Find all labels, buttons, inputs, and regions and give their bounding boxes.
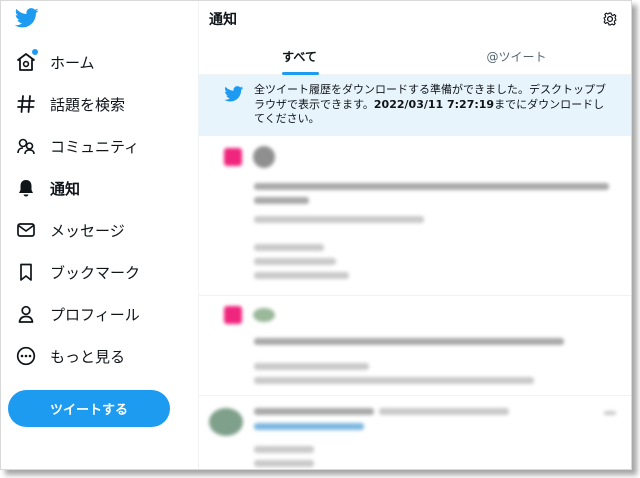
tab-mentions[interactable]: @ツイート xyxy=(400,37,631,75)
list-item xyxy=(254,446,314,453)
list-item xyxy=(254,460,314,467)
unread-dot xyxy=(32,49,38,55)
twitter-bird-icon xyxy=(224,86,244,102)
sidebar-item-label: コミュニティ xyxy=(50,137,140,156)
sidebar-item-label: プロフィール xyxy=(50,305,140,324)
list-item xyxy=(254,377,534,384)
bell-icon xyxy=(15,177,37,199)
avatar xyxy=(253,308,275,322)
sidebar-item-label: もっと見る xyxy=(50,347,126,366)
banner-datetime: 2022/03/11 7:27:19 xyxy=(373,97,495,111)
twitter-bird-icon[interactable] xyxy=(14,8,39,28)
notification-type-icon xyxy=(224,148,242,166)
list-item xyxy=(254,216,424,223)
sidebar-item-communities[interactable]: コミュニティ xyxy=(15,131,139,161)
sidebar-item-home[interactable]: ホーム xyxy=(15,47,95,77)
notification-tabs: すべて @ツイート xyxy=(199,37,631,75)
notification-type-icon xyxy=(224,306,242,324)
sidebar-item-more[interactable]: もっと見る xyxy=(15,341,125,371)
sidebar-item-label: 話題を検索 xyxy=(50,95,126,114)
list-item xyxy=(254,363,369,370)
list-item xyxy=(254,423,364,430)
list-item xyxy=(379,408,509,415)
sidebar-item-messages[interactable]: メッセージ xyxy=(15,215,125,245)
sidebar-item-bookmarks[interactable]: ブックマーク xyxy=(15,257,140,287)
notifications-column: 通知 すべて @ツイート 全ツイート履歴をダウンロードする準備ができました。デス… xyxy=(199,1,631,469)
bookmark-icon xyxy=(15,261,37,283)
list-item xyxy=(254,338,564,345)
envelope-icon xyxy=(15,219,37,241)
sidebar-item-label: ブックマーク xyxy=(50,263,141,282)
sidebar-item-label: 通知 xyxy=(50,179,81,198)
gear-icon[interactable] xyxy=(603,11,617,26)
avatar xyxy=(253,146,275,168)
sidebar-item-label: メッセージ xyxy=(50,221,125,240)
communities-icon xyxy=(15,135,37,157)
person-icon xyxy=(15,303,37,325)
sidebar-item-notifications[interactable]: 通知 xyxy=(15,173,80,203)
tab-all[interactable]: すべて xyxy=(199,37,400,75)
notification-item[interactable] xyxy=(199,136,631,296)
more-circle-icon xyxy=(15,345,37,367)
notification-item[interactable] xyxy=(199,396,631,469)
list-item xyxy=(254,183,609,190)
list-item xyxy=(254,272,349,279)
hashtag-icon xyxy=(15,93,37,115)
page-title: 通知 xyxy=(209,12,237,28)
sidebar-item-profile[interactable]: プロフィール xyxy=(15,299,140,329)
notification-item[interactable] xyxy=(199,296,631,396)
sidebar-item-explore[interactable]: 話題を検索 xyxy=(15,89,125,119)
home-icon xyxy=(15,49,38,73)
more-options-icon[interactable] xyxy=(604,411,616,415)
sidebar: ホーム 話題を検索 コミュニティ 通知 メッセージ ブックマーク プロフィール … xyxy=(1,1,198,469)
avatar xyxy=(209,408,243,436)
list-item xyxy=(254,258,336,265)
list-item xyxy=(254,244,324,251)
banner-message: 全ツイート履歴をダウンロードする準備ができました。デスクトップブラウザで表示でき… xyxy=(254,83,610,127)
archive-ready-banner[interactable]: 全ツイート履歴をダウンロードする準備ができました。デスクトップブラウザで表示でき… xyxy=(199,75,631,136)
sidebar-item-label: ホーム xyxy=(50,53,95,72)
tweet-button[interactable]: ツイートする xyxy=(8,390,170,427)
list-item xyxy=(254,408,374,415)
app-window: ホーム 話題を検索 コミュニティ 通知 メッセージ ブックマーク プロフィール … xyxy=(0,0,632,470)
list-item xyxy=(254,197,309,204)
